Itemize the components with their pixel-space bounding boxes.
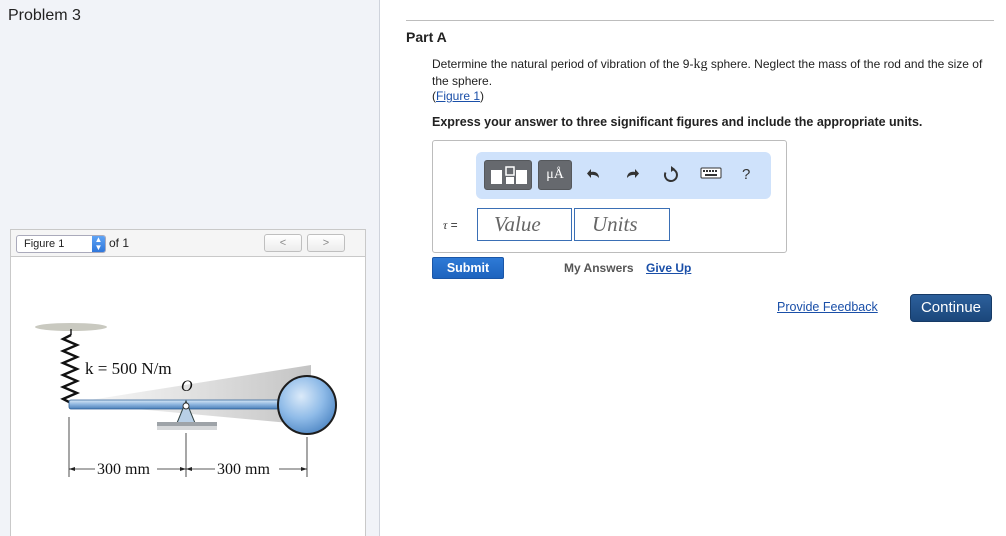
units-button[interactable]: μÅ bbox=[538, 160, 572, 190]
reset-icon[interactable] bbox=[662, 166, 680, 189]
rod bbox=[68, 399, 288, 410]
units-input[interactable]: Units bbox=[574, 208, 670, 241]
question-text: Determine the natural period of vibratio… bbox=[432, 56, 994, 89]
part-divider bbox=[406, 20, 994, 21]
pivot-pin bbox=[182, 402, 190, 410]
submit-button[interactable]: Submit bbox=[432, 257, 504, 279]
undo-icon[interactable] bbox=[586, 166, 602, 187]
spring-rod-sphere-diagram: k = 500 N/m O 300 mm 300 mm bbox=[35, 323, 337, 478]
keyboard-icon[interactable] bbox=[700, 166, 722, 185]
spring-constant-label: k = 500 N/m bbox=[85, 359, 172, 378]
figure-link-line: (Figure 1) bbox=[432, 89, 484, 103]
dim-arrow bbox=[69, 467, 75, 471]
help-icon[interactable]: ? bbox=[742, 166, 750, 184]
figure-link[interactable]: Figure 1 bbox=[436, 89, 480, 103]
answer-box: μÅ ? τ = Value Units bbox=[432, 140, 787, 253]
figure-image-area: k = 500 N/m O 300 mm 300 mm bbox=[10, 257, 366, 536]
dim-arrow bbox=[186, 467, 192, 471]
my-answers-link[interactable]: My Answers bbox=[564, 261, 634, 275]
pivot-base bbox=[157, 422, 217, 426]
figure-toolbar: Figure 1 ▲ ▼ of 1 < > bbox=[10, 229, 366, 257]
value-input[interactable]: Value bbox=[477, 208, 572, 241]
next-figure-button[interactable]: > bbox=[307, 234, 345, 252]
dim-arrow bbox=[301, 467, 307, 471]
templates-button[interactable] bbox=[484, 160, 532, 190]
figure-select[interactable]: Figure 1 ▲ ▼ bbox=[16, 235, 106, 253]
dimension-left-label: 300 mm bbox=[97, 461, 150, 478]
variable-label: τ = bbox=[443, 218, 458, 233]
figure-count: of 1 bbox=[109, 236, 130, 250]
problem-panel: Problem 3 Figure 1 ▲ ▼ of 1 < > k = 500 … bbox=[0, 0, 380, 536]
templates-icon bbox=[491, 166, 527, 184]
provide-feedback-link[interactable]: Provide Feedback bbox=[777, 300, 878, 314]
equals-sign: = bbox=[447, 218, 458, 232]
dim-arrow bbox=[180, 467, 186, 471]
answer-toolbar: μÅ ? bbox=[476, 152, 771, 199]
part-title: Part A bbox=[406, 29, 447, 45]
figure-link-close: ) bbox=[480, 89, 485, 103]
answer-instructions: Express your answer to three significant… bbox=[432, 115, 923, 129]
pivot-label: O bbox=[181, 378, 193, 395]
give-up-link[interactable]: Give Up bbox=[646, 261, 691, 275]
continue-button[interactable]: Continue bbox=[910, 294, 992, 322]
select-updown-icon: ▲ ▼ bbox=[92, 236, 105, 252]
question-pre: Determine the natural period of vibratio… bbox=[432, 57, 694, 71]
prev-figure-button[interactable]: < bbox=[264, 234, 302, 252]
figure-select-value: Figure 1 bbox=[24, 238, 65, 250]
pivot-ground bbox=[157, 426, 217, 430]
question-unit: kg bbox=[693, 57, 708, 72]
spring bbox=[59, 333, 81, 405]
dimension-right-label: 300 mm bbox=[217, 461, 270, 478]
problem-title: Problem 3 bbox=[8, 7, 81, 24]
redo-icon[interactable] bbox=[624, 166, 640, 187]
sphere bbox=[277, 375, 337, 435]
